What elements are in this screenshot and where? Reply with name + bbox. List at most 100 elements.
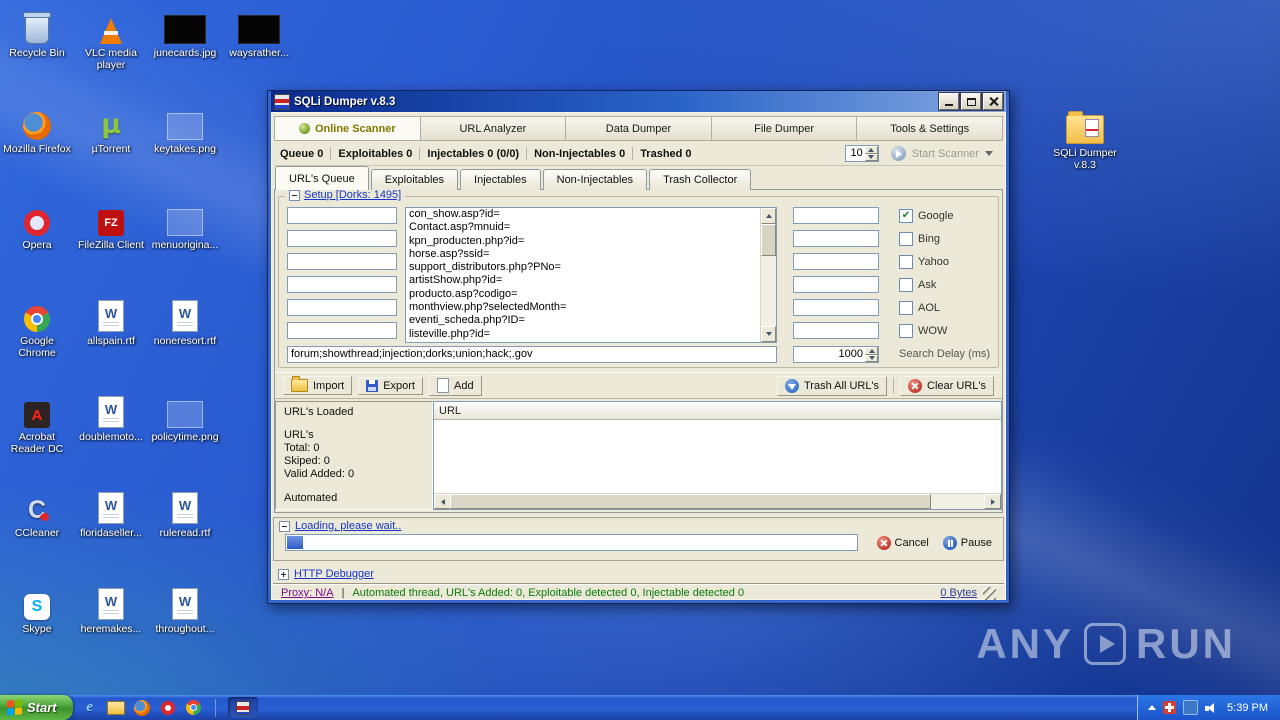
- desktop-icon-skype[interactable]: Skype: [1, 584, 73, 635]
- close-button[interactable]: [983, 93, 1003, 110]
- setup-input[interactable]: [793, 322, 879, 339]
- folder-shortcut-icon[interactable]: [106, 699, 125, 717]
- desktop-icon-ccleaner[interactable]: CCleaner: [1, 488, 73, 539]
- setup-input[interactable]: [793, 253, 879, 270]
- engine-checkbox-row-google[interactable]: ✔ Google: [899, 209, 953, 223]
- desktop-icon-firefox[interactable]: Mozilla Firefox: [1, 104, 73, 155]
- scroll-left-button[interactable]: [434, 494, 451, 509]
- scroll-down-button[interactable]: [761, 326, 776, 342]
- resize-grip[interactable]: [983, 586, 996, 600]
- setup-input[interactable]: [793, 276, 879, 293]
- scrollbar-track[interactable]: [761, 256, 776, 326]
- tab-data-dumper[interactable]: Data Dumper: [566, 116, 712, 141]
- desktop-icon-sqli-dumper-folder[interactable]: SQLi Dumper v.8.3: [1046, 108, 1124, 172]
- trash-all-urls-button[interactable]: Trash All URL's: [777, 375, 888, 396]
- progress-header[interactable]: Loading, please wait..: [274, 518, 1003, 534]
- url-column-header[interactable]: URL: [434, 402, 1001, 420]
- volume-icon[interactable]: [1205, 702, 1217, 714]
- firefox-shortcut-icon[interactable]: [133, 699, 151, 717]
- setup-input[interactable]: [287, 253, 397, 270]
- desktop-icon-doublemoto[interactable]: doublemoto...: [75, 392, 147, 443]
- bytes-counter[interactable]: 0 Bytes: [940, 587, 977, 599]
- desktop-icon-junecards[interactable]: junecards.jpg: [149, 8, 221, 59]
- start-scanner-button[interactable]: Start Scanner: [887, 144, 997, 163]
- dork-item[interactable]: kpn_producten.php?id=: [406, 235, 760, 248]
- chrome-shortcut-icon[interactable]: [185, 699, 203, 717]
- http-debugger-section[interactable]: HTTP Debugger: [278, 566, 374, 582]
- import-button[interactable]: Import: [283, 376, 353, 395]
- expand-icon[interactable]: [278, 568, 289, 580]
- maximize-button[interactable]: [961, 93, 981, 110]
- horizontal-scrollbar[interactable]: [434, 493, 1001, 509]
- desktop-icon-filezilla[interactable]: FileZilla Client: [75, 200, 147, 251]
- engine-checkbox-row-ask[interactable]: Ask: [899, 278, 936, 292]
- dork-item[interactable]: support_distributors.php?PNo=: [406, 261, 760, 274]
- desktop-icon-opera[interactable]: Opera: [1, 200, 73, 251]
- dork-item[interactable]: Contact.asp?mnuid=: [406, 221, 760, 234]
- dork-item[interactable]: eventi_scheda.php?ID=: [406, 314, 760, 327]
- scroll-up-button[interactable]: [761, 208, 776, 224]
- setup-group-header[interactable]: Setup [Dorks: 1495]: [285, 189, 406, 201]
- tab-exploitables[interactable]: Exploitables: [370, 169, 459, 190]
- window-titlebar[interactable]: SQLi Dumper v.8.3: [271, 91, 1006, 112]
- network-icon[interactable]: [1183, 700, 1199, 715]
- dork-item[interactable]: con_show.asp?id=: [406, 208, 760, 221]
- pause-button[interactable]: Pause: [940, 535, 995, 551]
- collapse-icon[interactable]: [279, 520, 290, 532]
- vertical-scrollbar[interactable]: [760, 208, 776, 342]
- setup-input[interactable]: [287, 322, 397, 339]
- tab-injectables[interactable]: Injectables: [460, 169, 541, 190]
- opera-shortcut-icon[interactable]: [159, 699, 177, 717]
- desktop-icon-ruleread[interactable]: ruleread.rtf: [149, 488, 221, 539]
- threads-value[interactable]: 10: [848, 147, 862, 159]
- threads-spinner[interactable]: 10: [844, 145, 879, 162]
- clear-urls-button[interactable]: Clear URL's: [900, 375, 994, 396]
- dork-item[interactable]: artistShow.php?id=: [406, 274, 760, 287]
- dorks-listbox[interactable]: con_show.asp?id= Contact.asp?mnuid= kpn_…: [405, 207, 777, 343]
- desktop-icon-noneresort[interactable]: noneresort.rtf: [149, 296, 221, 347]
- url-list[interactable]: URL: [433, 401, 1002, 510]
- desktop-icon-waysrather[interactable]: waysrather...: [223, 8, 295, 59]
- engine-checkbox-row-bing[interactable]: Bing: [899, 232, 940, 246]
- spin-down-button[interactable]: [864, 153, 878, 161]
- scrollbar-thumb[interactable]: [450, 494, 931, 509]
- desktop-icon-menuorigina[interactable]: menuorigina...: [149, 200, 221, 251]
- tab-urls-queue[interactable]: URL's Queue: [275, 166, 369, 190]
- setup-input[interactable]: [287, 230, 397, 247]
- dork-item[interactable]: horse.asp?ssid=: [406, 248, 760, 261]
- search-delay-value[interactable]: 1000: [796, 348, 863, 360]
- scroll-right-button[interactable]: [984, 494, 1001, 509]
- minimize-button[interactable]: [939, 93, 959, 110]
- tab-tools-settings[interactable]: Tools & Settings: [857, 116, 1003, 141]
- desktop-icon-acrobat[interactable]: Acrobat Reader DC: [1, 392, 73, 456]
- keywords-input[interactable]: forum;showthread;injection;dorks;union;h…: [287, 346, 777, 363]
- spin-up-button[interactable]: [865, 347, 878, 355]
- tab-trash-collector[interactable]: Trash Collector: [649, 169, 752, 190]
- add-button[interactable]: Add: [428, 375, 482, 396]
- spin-down-button[interactable]: [865, 354, 878, 362]
- setup-input[interactable]: [793, 207, 879, 224]
- export-button[interactable]: Export: [358, 376, 423, 395]
- desktop-icon-utorrent[interactable]: µTorrent: [75, 104, 147, 155]
- security-shield-icon[interactable]: [1163, 701, 1177, 714]
- url-list-body[interactable]: [434, 420, 1001, 493]
- desktop-icon-keytakes[interactable]: keytakes.png: [149, 104, 221, 155]
- setup-input[interactable]: [793, 299, 879, 316]
- cancel-button[interactable]: Cancel: [874, 535, 932, 551]
- taskbar-item-sqli-dumper[interactable]: [227, 697, 258, 718]
- engine-checkbox-row-aol[interactable]: AOL: [899, 301, 940, 315]
- collapse-icon[interactable]: [289, 189, 300, 201]
- tab-file-dumper[interactable]: File Dumper: [711, 116, 858, 141]
- desktop-icon-vlc[interactable]: VLC media player: [75, 8, 147, 72]
- setup-input[interactable]: [793, 230, 879, 247]
- start-button[interactable]: Start: [0, 695, 73, 720]
- tab-online-scanner[interactable]: Online Scanner: [274, 116, 421, 141]
- setup-input[interactable]: [287, 207, 397, 224]
- desktop-icon-recycle-bin[interactable]: Recycle Bin: [1, 8, 73, 59]
- desktop-icon-allspain[interactable]: allspain.rtf: [75, 296, 147, 347]
- desktop-icon-chrome[interactable]: Google Chrome: [1, 296, 73, 360]
- hide-icons-chevron[interactable]: [1148, 705, 1157, 710]
- tab-url-analyzer[interactable]: URL Analyzer: [420, 116, 567, 141]
- desktop-icon-policytime[interactable]: policytime.png: [149, 392, 221, 443]
- spin-up-button[interactable]: [864, 146, 878, 154]
